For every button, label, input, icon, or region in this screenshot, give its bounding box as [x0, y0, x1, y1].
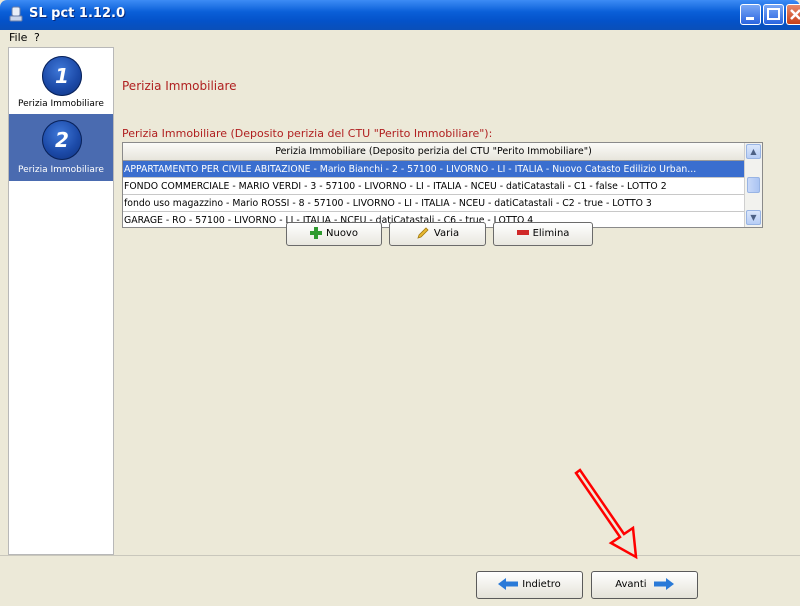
maximize-icon: [767, 8, 780, 20]
minus-icon: [516, 230, 529, 235]
next-button[interactable]: Avanti: [591, 571, 698, 599]
close-icon: [790, 9, 800, 20]
back-button[interactable]: Indietro: [476, 571, 583, 599]
varia-label: Varia: [433, 228, 460, 239]
wizard-nav-bar: Indietro Avanti: [0, 555, 800, 606]
red-arrow-annotation-icon: [574, 468, 638, 560]
menu-bar: File ?: [0, 30, 800, 46]
table-row[interactable]: APPARTAMENTO PER CIVILE ABITAZIONE - Mar…: [123, 161, 744, 178]
back-label: Indietro: [522, 579, 561, 590]
window-title: SL pct 1.12.0: [29, 6, 125, 21]
arrow-left-icon: [498, 578, 519, 590]
scroll-thumb[interactable]: [747, 177, 760, 193]
table-caption: Perizia Immobiliare (Deposito perizia de…: [122, 127, 493, 140]
plus-icon: [310, 227, 322, 239]
pencil-icon: [417, 227, 429, 239]
wizard-steps-sidebar: 1 Perizia Immobiliare 2 Perizia Immobili…: [8, 47, 114, 555]
step-2[interactable]: 2 Perizia Immobiliare: [9, 114, 113, 181]
perizia-table: Perizia Immobiliare (Deposito perizia de…: [122, 142, 763, 228]
nuovo-button[interactable]: Nuovo: [286, 222, 382, 246]
next-label: Avanti: [615, 579, 647, 590]
close-button[interactable]: [786, 4, 800, 25]
step-2-badge: 2: [42, 120, 82, 160]
table-scrollbar[interactable]: ▲ ▼: [744, 143, 762, 227]
menu-help[interactable]: ?: [34, 31, 40, 44]
maximize-button[interactable]: [763, 4, 784, 25]
elimina-label: Elimina: [532, 228, 570, 239]
app-window: SL pct 1.12.0 File ? 1 Perizia Immobilia…: [0, 0, 800, 606]
table-row[interactable]: FONDO COMMERCIALE - MARIO VERDI - 3 - 57…: [123, 178, 744, 195]
table-row[interactable]: fondo uso magazzino - Mario ROSSI - 8 - …: [123, 195, 744, 212]
nuovo-label: Nuovo: [326, 228, 358, 239]
section-title: Perizia Immobiliare: [122, 79, 237, 93]
main-panel: Perizia Immobiliare Perizia Immobiliare …: [114, 47, 800, 555]
elimina-button[interactable]: Elimina: [493, 222, 593, 246]
minimize-button[interactable]: [740, 4, 761, 25]
step-1-badge: 1: [42, 56, 82, 96]
varia-button[interactable]: Varia: [389, 222, 486, 246]
step-2-label: Perizia Immobiliare: [18, 165, 104, 175]
title-bar[interactable]: SL pct 1.12.0: [0, 0, 800, 30]
step-1-label: Perizia Immobiliare: [18, 99, 104, 109]
arrow-right-icon: [653, 578, 674, 590]
menu-file[interactable]: File: [9, 31, 27, 44]
minimize-icon: [746, 17, 754, 20]
scroll-down-icon[interactable]: ▼: [746, 210, 761, 225]
scroll-up-icon[interactable]: ▲: [746, 144, 761, 159]
step-1[interactable]: 1 Perizia Immobiliare: [9, 48, 113, 115]
app-icon: [9, 6, 23, 22]
table-header[interactable]: Perizia Immobiliare (Deposito perizia de…: [123, 143, 744, 161]
